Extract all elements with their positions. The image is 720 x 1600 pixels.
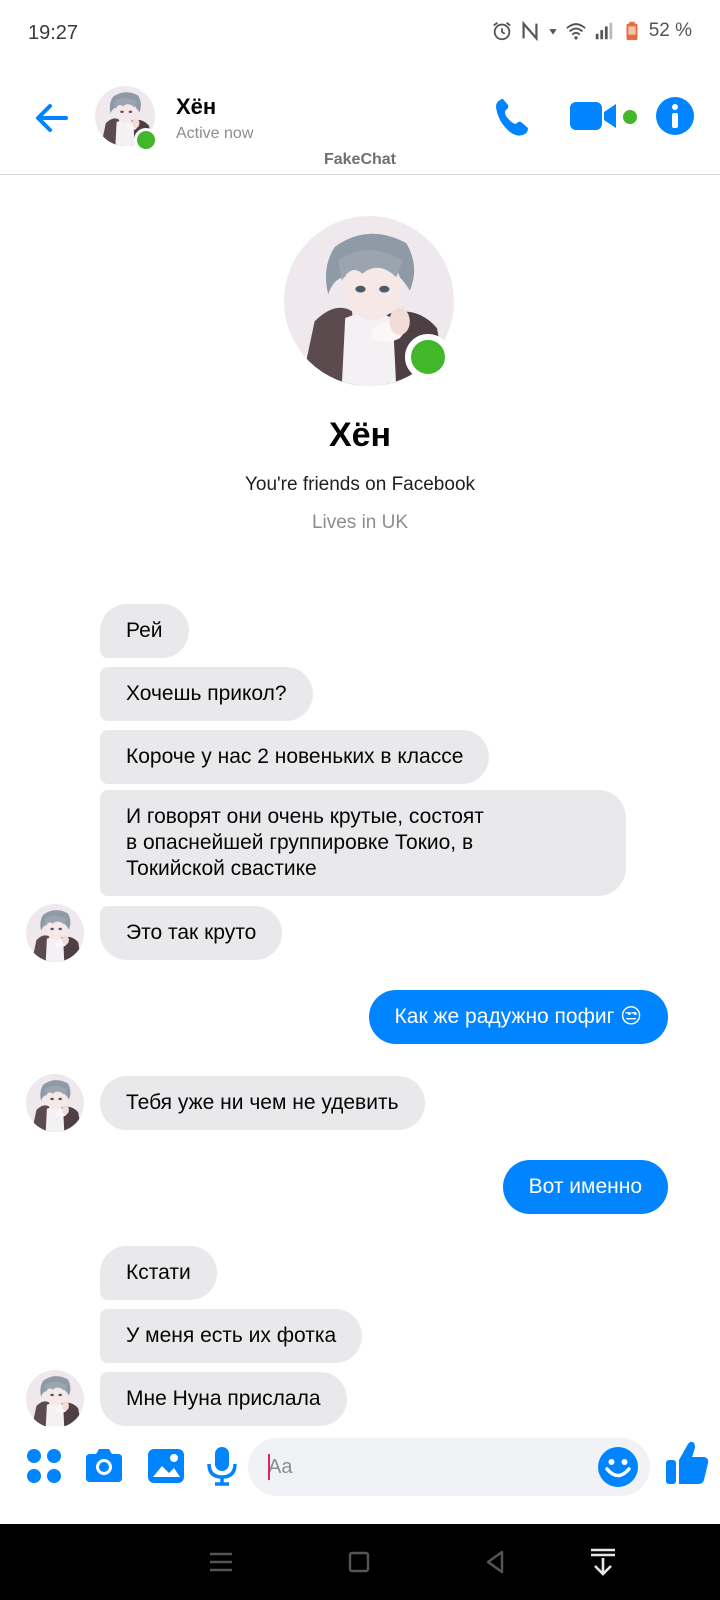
apps-icon[interactable]: [22, 1444, 66, 1488]
location-info: Lives in UK: [311, 512, 409, 533]
message-line: И говорят они очень крутые, состоят: [126, 805, 484, 828]
message-line: Токийской свастике: [126, 857, 317, 880]
avatar[interactable]: [26, 904, 84, 962]
battery-percent: 52 %: [648, 20, 692, 41]
chat-header: Хён Active now FakeChat: [0, 70, 720, 175]
system-nav-bar: [0, 1524, 720, 1600]
message-bubble[interactable]: Рей: [100, 604, 189, 658]
message-bubble-sent[interactable]: Как же радужно пофиг 😒: [368, 990, 668, 1044]
camera-icon[interactable]: [82, 1444, 126, 1488]
video-online-dot: [623, 110, 637, 124]
status-icons: 52 %: [491, 20, 692, 42]
watermark: FakeChat: [323, 151, 397, 168]
contact-name[interactable]: Хён: [176, 94, 216, 120]
message-line: в опаснейшей группировке Токио, в: [126, 831, 474, 854]
data-arrow-icon: [549, 29, 557, 35]
emoji-icon[interactable]: [597, 1446, 639, 1488]
back-icon[interactable]: [477, 1544, 513, 1580]
profile-name: Хён: [328, 416, 392, 454]
message-input[interactable]: [248, 1438, 650, 1496]
wifi-icon: [565, 23, 586, 40]
message-bubble[interactable]: У меня есть их фотка: [100, 1309, 363, 1363]
avatar[interactable]: [26, 1074, 84, 1132]
video-camera-icon[interactable]: [570, 98, 618, 134]
text-cursor: [268, 1454, 270, 1480]
friends-info: You're friends on Facebook: [244, 474, 476, 495]
phone-icon[interactable]: [490, 94, 536, 140]
home-icon[interactable]: [341, 1544, 377, 1580]
online-indicator: [134, 128, 158, 152]
signal-icon: [595, 22, 612, 40]
info-icon[interactable]: [655, 96, 695, 136]
thumbs-up-icon[interactable]: [664, 1438, 710, 1486]
message-bubble[interactable]: Это так круто: [100, 906, 283, 960]
message-bubble-sent[interactable]: Вот именно: [502, 1160, 668, 1214]
nfc-icon: [522, 20, 538, 42]
message-bubble[interactable]: Кстати: [100, 1246, 217, 1300]
message-bubble[interactable]: Хочешь прикол?: [100, 667, 313, 721]
status-bar: 19:27 52 %: [0, 0, 720, 70]
notification-pull-icon[interactable]: [585, 1544, 621, 1580]
active-status: Active now: [176, 125, 254, 142]
avatar[interactable]: [26, 1370, 84, 1428]
composer: [0, 1426, 720, 1518]
message-bubble[interactable]: Короче у нас 2 новеньких в классе: [100, 730, 490, 784]
microphone-icon[interactable]: [200, 1444, 244, 1488]
menu-icon[interactable]: [203, 1544, 239, 1580]
gallery-icon[interactable]: [144, 1444, 188, 1488]
message-bubble[interactable]: Мне Нуна прислала: [100, 1372, 347, 1426]
alarm-icon: [492, 22, 511, 41]
battery-icon: [626, 21, 638, 41]
message-bubble[interactable]: Тебя уже ни чем не удевить: [100, 1076, 425, 1130]
back-arrow-icon[interactable]: [30, 96, 74, 140]
profile-online-indicator: [405, 334, 451, 380]
message-bubble[interactable]: И говорят они очень крутые, состоят в оп…: [100, 790, 626, 896]
status-time: 19:27: [28, 22, 79, 44]
